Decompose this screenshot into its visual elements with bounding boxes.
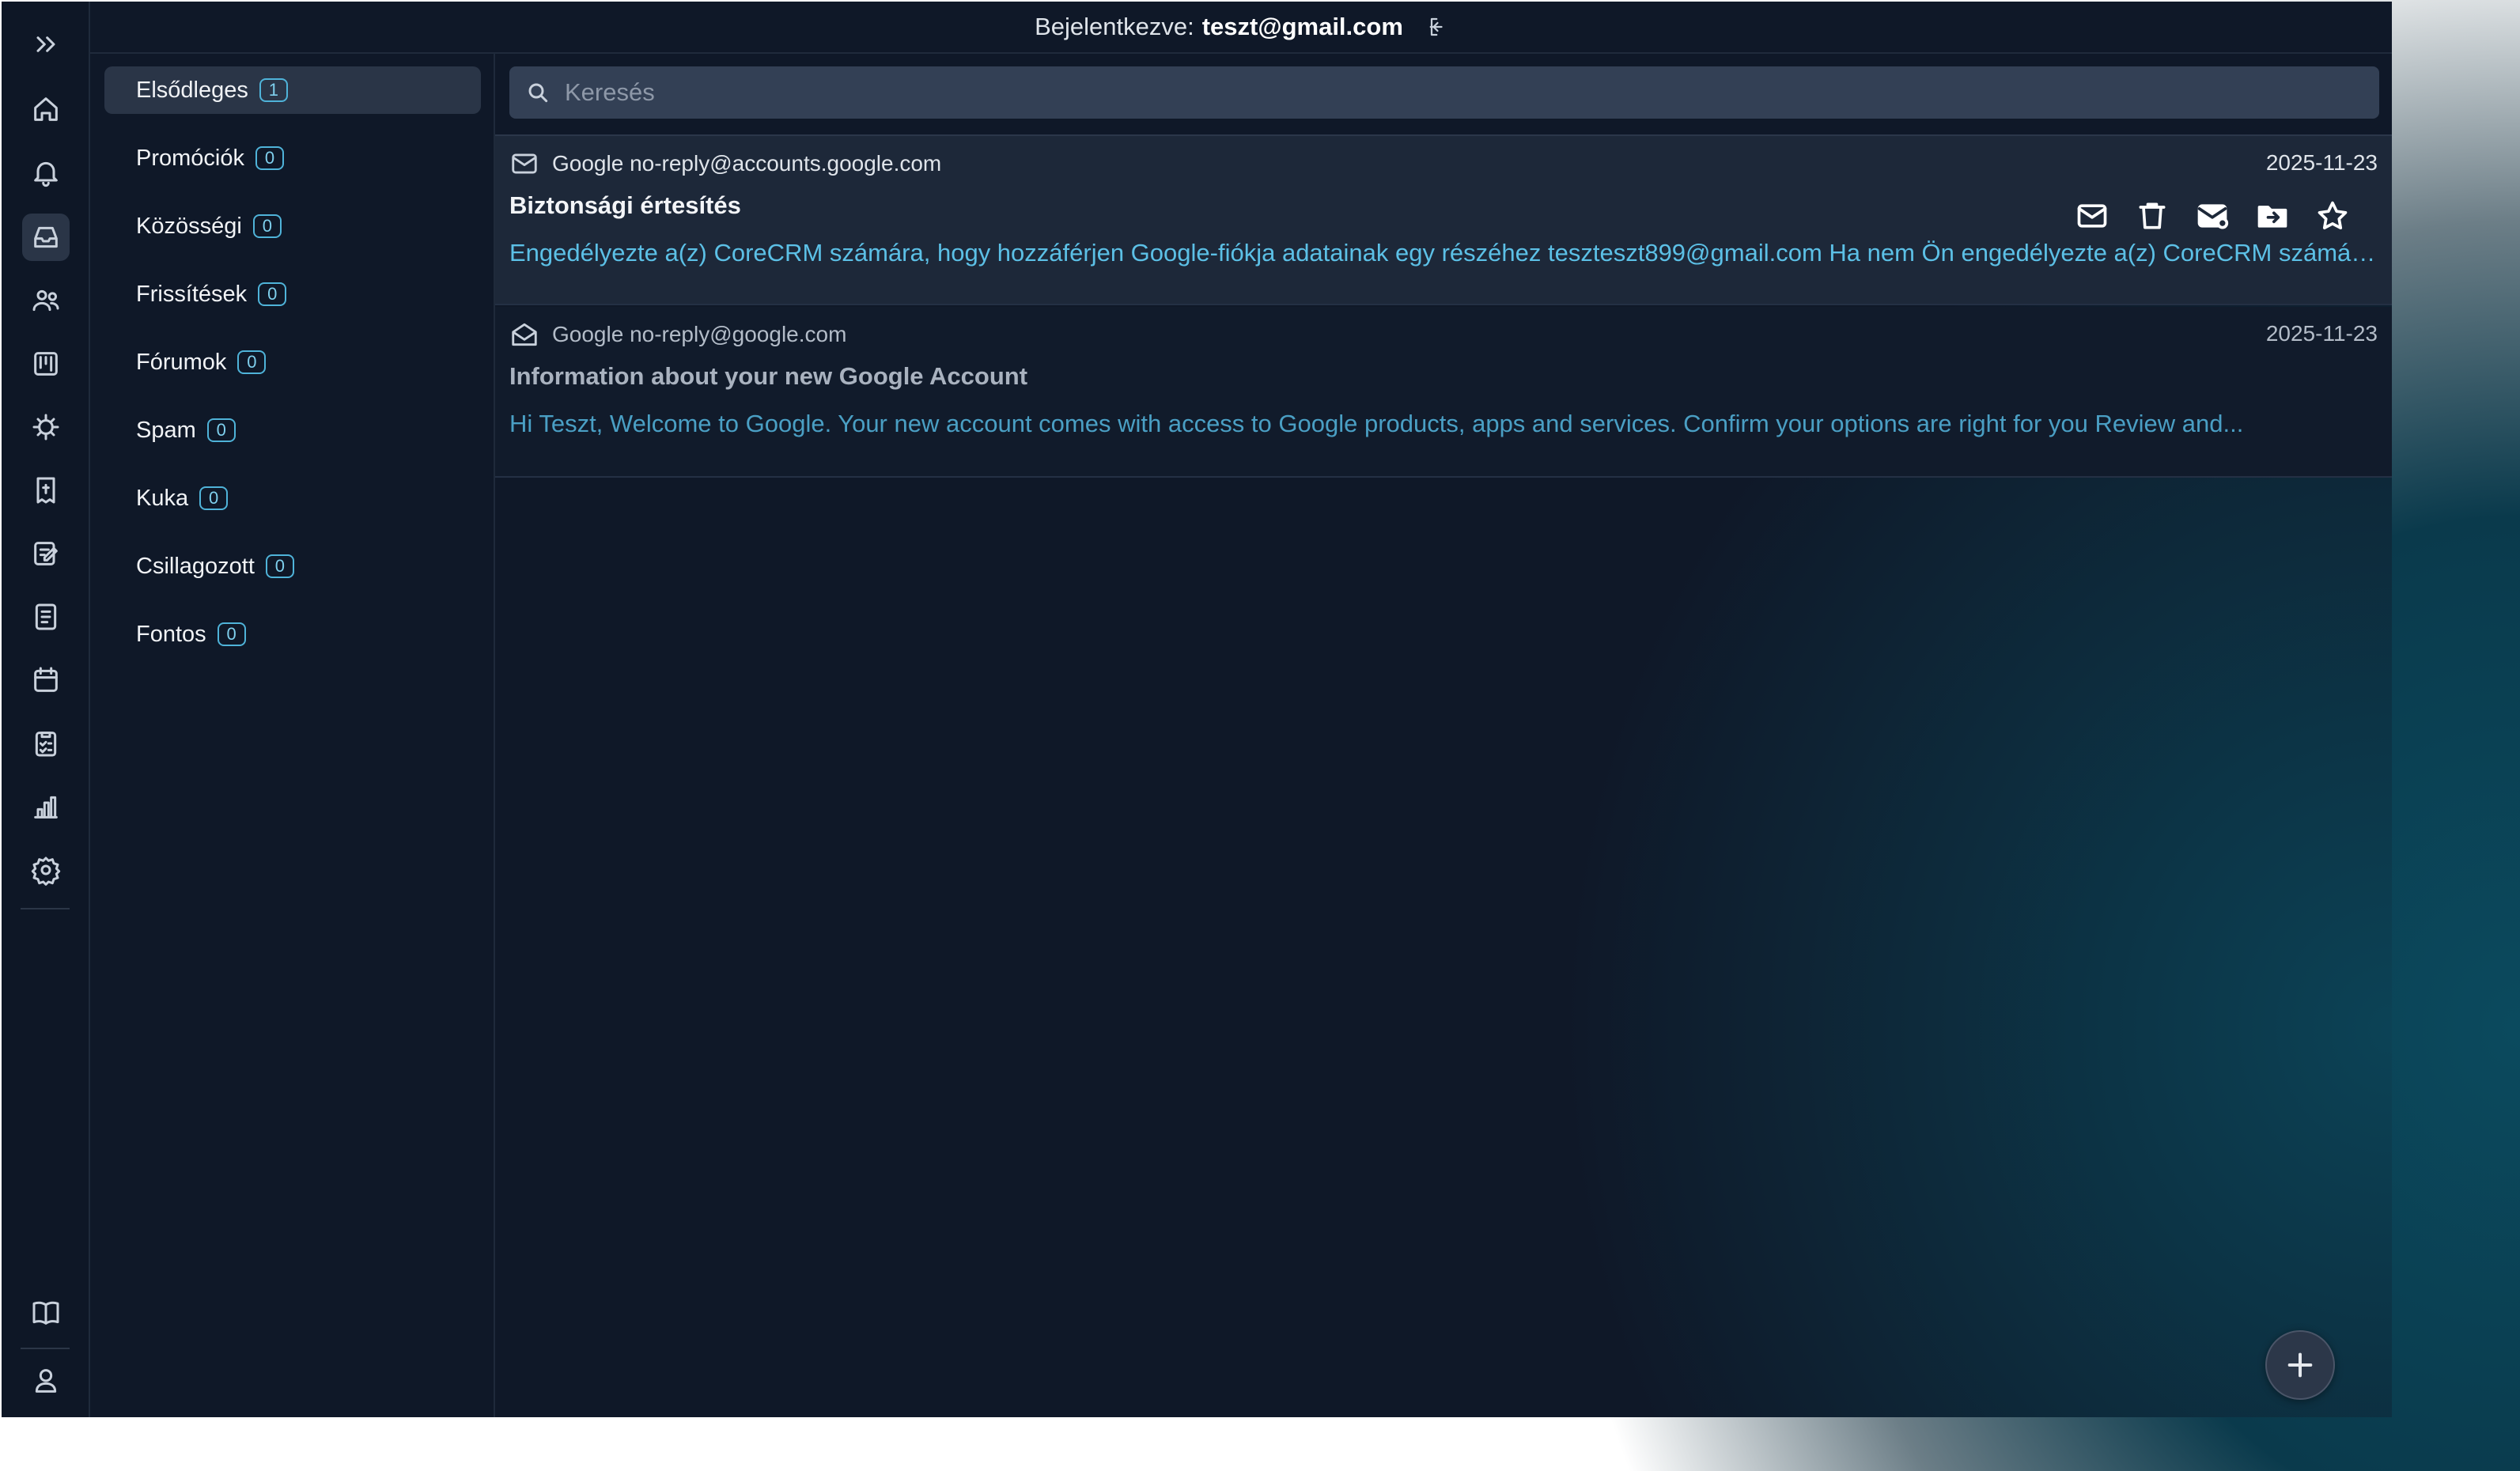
compose-button[interactable]: [2265, 1330, 2335, 1400]
search-bar[interactable]: [509, 66, 2379, 119]
folder-starred[interactable]: Csillagozott 0: [104, 543, 481, 590]
mail-open-icon: [512, 323, 537, 346]
mail-list-panel: Google no-reply@accounts.google.com 2025…: [495, 54, 2392, 1417]
folder-count-badge: 0: [199, 486, 229, 510]
rail-divider: [21, 1348, 70, 1349]
bell-icon[interactable]: [22, 149, 70, 196]
folder-label: Kuka: [136, 485, 189, 511]
email-snippet: Hi Teszt, Welcome to Google. Your new ac…: [509, 410, 2244, 437]
checklist-icon[interactable]: [22, 720, 70, 767]
folder-count-badge: 0: [252, 214, 282, 238]
email-row[interactable]: Google no-reply@accounts.google.com 2025…: [495, 134, 2392, 305]
folder-label: Frissítések: [136, 281, 248, 307]
folder-label: Fórumok: [136, 349, 227, 375]
folder-label: Elsődleges: [136, 77, 248, 103]
folder-label: Fontos: [136, 621, 206, 647]
email-actions: [2074, 198, 2351, 234]
folder-count-badge: 0: [255, 146, 284, 170]
profile-icon[interactable]: [22, 1357, 70, 1405]
folder-spam[interactable]: Spam 0: [104, 407, 481, 454]
icon-rail: [2, 2, 90, 1417]
mark-unread-icon[interactable]: [2194, 198, 2231, 234]
folder-label: Promóciók: [136, 145, 244, 171]
email-sender: Google no-reply@accounts.google.com: [552, 151, 942, 176]
user-email: teszt@gmail.com: [1201, 13, 1403, 40]
users-icon[interactable]: [22, 277, 70, 324]
trash-icon[interactable]: [2134, 198, 2170, 234]
chart-icon[interactable]: [22, 783, 70, 830]
plus-icon: [2287, 1352, 2313, 1378]
folder-count-badge: 0: [258, 282, 287, 306]
folder-trash[interactable]: Kuka 0: [104, 475, 481, 522]
folder-promotions[interactable]: Promóciók 0: [104, 134, 481, 182]
home-icon[interactable]: [22, 85, 70, 133]
book-icon[interactable]: [22, 1289, 70, 1337]
folder-primary[interactable]: Elsődleges 1: [104, 66, 481, 114]
edit-icon[interactable]: [22, 530, 70, 577]
folder-forums[interactable]: Fórumok 0: [104, 338, 481, 386]
folder-label: Spam: [136, 417, 196, 443]
folder-label: Közösségi: [136, 213, 242, 239]
search-input[interactable]: [563, 78, 2306, 108]
login-label: Bejelentkezve:: [1035, 13, 1194, 40]
mail-closed-icon: [512, 153, 537, 174]
calendar-icon[interactable]: [22, 656, 70, 704]
folder-social[interactable]: Közösségi 0: [104, 202, 481, 250]
email-snippet: Engedélyezte a(z) CoreCRM számára, hogy …: [509, 239, 2378, 267]
search-icon: [528, 83, 548, 103]
folder-count-badge: 0: [206, 418, 236, 442]
folder-label: Csillagozott: [136, 553, 255, 579]
folder-updates[interactable]: Frissítések 0: [104, 270, 481, 318]
invoice-icon[interactable]: [22, 467, 70, 514]
logout-icon[interactable]: [1424, 15, 1447, 39]
folder-count-badge: 1: [259, 78, 288, 102]
folder-important[interactable]: Fontos 0: [104, 611, 481, 658]
top-bar: Bejelentkezve: teszt@gmail.com: [90, 2, 2392, 54]
email-subject: Biztonsági értesítés: [509, 191, 741, 219]
folder-count-badge: 0: [217, 622, 246, 646]
support-icon[interactable]: [22, 403, 70, 451]
star-icon[interactable]: [2314, 198, 2351, 234]
folder-list: Elsődleges 1 Promóciók 0 Közösségi 0 Fri…: [90, 54, 495, 1417]
document-icon[interactable]: [22, 593, 70, 641]
expand-icon[interactable]: [22, 21, 70, 68]
kanban-icon[interactable]: [22, 340, 70, 388]
app-window: Bejelentkezve: teszt@gmail.com Elsődlege…: [2, 2, 2392, 1417]
folder-count-badge: 0: [265, 554, 294, 578]
email-subject: Information about your new Google Accoun…: [509, 362, 1028, 390]
rail-divider: [21, 908, 70, 909]
mark-read-icon[interactable]: [2074, 198, 2110, 234]
email-row[interactable]: Google no-reply@google.com 2025-11-23 In…: [495, 307, 2392, 478]
move-folder-icon[interactable]: [2254, 198, 2291, 234]
folder-count-badge: 0: [237, 350, 267, 374]
email-sender: Google no-reply@google.com: [552, 322, 847, 346]
inbox-icon[interactable]: [22, 214, 70, 261]
email-date: 2025-11-23: [2265, 321, 2378, 346]
email-date: 2025-11-23: [2265, 150, 2378, 175]
gear-icon[interactable]: [22, 846, 70, 894]
